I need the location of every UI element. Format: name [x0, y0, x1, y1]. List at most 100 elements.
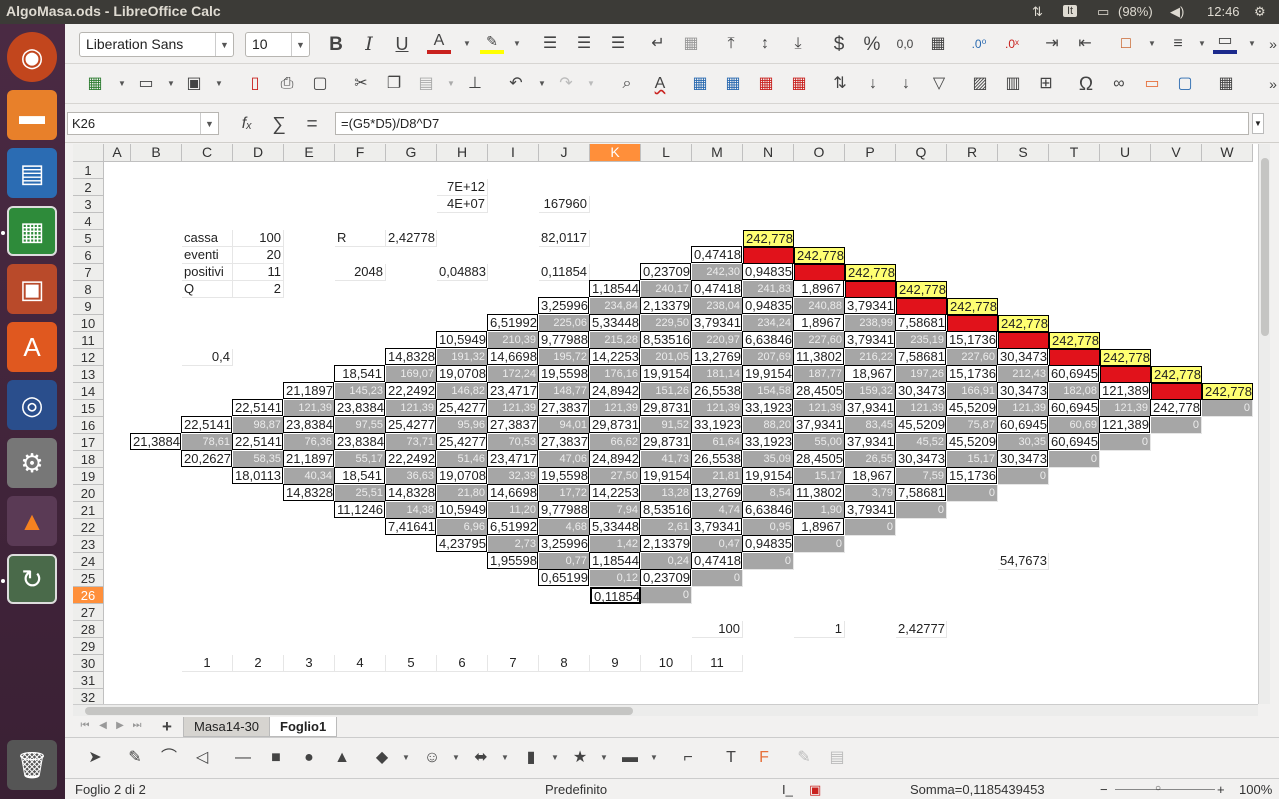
find-icon[interactable]: ⌕	[615, 72, 639, 96]
cell-n15[interactable]: 33,1923	[742, 399, 793, 416]
column-header-f[interactable]: F	[335, 144, 386, 162]
cell-q14[interactable]: 30,3473	[895, 382, 946, 399]
column-header-t[interactable]: T	[1049, 144, 1100, 162]
print-icon[interactable]: ⎙	[275, 72, 299, 96]
cell-t14[interactable]: 182,08	[1049, 383, 1100, 400]
cell-m16[interactable]: 33,1923	[691, 416, 742, 433]
cell-i19[interactable]: 32,39	[488, 468, 539, 485]
cell-l15[interactable]: 29,8731	[640, 399, 691, 416]
cell-f21[interactable]: 11,1246	[334, 501, 385, 518]
cell-m20[interactable]: 13,2769	[691, 484, 742, 501]
chevron-down-icon[interactable]: ▼	[600, 753, 608, 762]
zoom-out-icon[interactable]: −	[1100, 782, 1108, 797]
highlight-icon[interactable]: ✎	[480, 32, 504, 54]
cell-h7[interactable]: 0,04883	[437, 264, 488, 281]
cell-n21[interactable]: 6,63846	[742, 501, 793, 518]
cell-n13[interactable]: 19,9154	[742, 365, 793, 382]
cell-s16[interactable]: 60,6945	[997, 416, 1048, 433]
cell-h14[interactable]: 146,82	[437, 383, 488, 400]
cell-k24[interactable]: 1,18544	[589, 552, 640, 569]
chevron-down-icon[interactable]: ▼	[215, 79, 223, 88]
cell-k17[interactable]: 66,62	[590, 434, 641, 451]
cell-u17[interactable]: 0	[1100, 434, 1151, 451]
writer-icon[interactable]: ▤	[7, 148, 57, 198]
column-header-a[interactable]: A	[104, 144, 131, 162]
cell-e16[interactable]: 23,8384	[283, 416, 334, 433]
cell-o10[interactable]: 1,8967	[793, 314, 844, 331]
row-header-3[interactable]: 3	[73, 196, 104, 213]
export-pdf-icon[interactable]: ▯	[243, 72, 267, 96]
cell-o22[interactable]: 1,8967	[793, 518, 844, 535]
cell-w14[interactable]: 242,778	[1202, 383, 1253, 400]
row-header-30[interactable]: 30	[73, 655, 104, 672]
cell-f30[interactable]: 4	[335, 655, 386, 672]
cell-m19[interactable]: 21,81	[692, 468, 743, 485]
print-preview-icon[interactable]: ▢	[308, 72, 332, 96]
cell-l19[interactable]: 19,9154	[640, 467, 691, 484]
cell-n24[interactable]: 0	[743, 553, 794, 570]
cell-i16[interactable]: 27,3837	[487, 416, 538, 433]
cell-q11[interactable]: 235,19	[896, 332, 947, 349]
cell-f20[interactable]: 25,51	[335, 485, 386, 502]
name-box[interactable]: K26 ▼	[67, 112, 219, 135]
polygon-icon[interactable]: ◁	[190, 746, 214, 770]
cell-v15[interactable]: 242,778	[1150, 399, 1201, 416]
cell-s15[interactable]: 121,39	[998, 400, 1049, 417]
column-header-g[interactable]: G	[386, 144, 437, 162]
chevron-down-icon[interactable]: ▼	[1148, 39, 1156, 48]
cell-d16[interactable]: 98,87	[233, 417, 284, 434]
column-header-i[interactable]: I	[488, 144, 539, 162]
cell-r11[interactable]: 15,1736	[946, 331, 997, 348]
cell-j16[interactable]: 94,01	[539, 417, 590, 434]
cell-c30[interactable]: 1	[182, 655, 233, 672]
cell-l16[interactable]: 91,52	[641, 417, 692, 434]
column-header-o[interactable]: O	[794, 144, 845, 162]
cell-l17[interactable]: 29,8731	[640, 433, 691, 450]
align-center-icon[interactable]: ☰	[572, 32, 596, 56]
cell-o17[interactable]: 55,00	[794, 434, 845, 451]
sheet-tab-foglio1[interactable]: Foglio1	[269, 717, 338, 737]
column-header-k[interactable]: K	[590, 144, 641, 162]
cell-h19[interactable]: 19,0708	[436, 467, 487, 484]
cell-l24[interactable]: 0,24	[641, 553, 692, 570]
font-size-combo[interactable]: 10 ▼	[245, 32, 310, 57]
cell-n12[interactable]: 207,69	[743, 349, 794, 366]
align-left-icon[interactable]: ☰	[538, 32, 562, 56]
cell-f14[interactable]: 145,23	[335, 383, 386, 400]
chevron-down-icon[interactable]: ▼	[200, 113, 218, 134]
row-header-15[interactable]: 15	[73, 400, 104, 417]
cell-t11[interactable]: 242,778	[1049, 332, 1100, 349]
cell-i13[interactable]: 172,24	[488, 366, 539, 383]
files-icon[interactable]: ▬	[7, 90, 57, 140]
chevron-down-icon[interactable]: ▼	[118, 79, 126, 88]
select-arrow-icon[interactable]: ➤	[83, 746, 107, 770]
line-icon[interactable]: —	[231, 746, 255, 770]
cell-q17[interactable]: 45,52	[896, 434, 947, 451]
align-middle-icon[interactable]: ↕	[753, 32, 777, 56]
cell-o19[interactable]: 15,17	[794, 468, 845, 485]
cell-f5[interactable]: R	[335, 230, 386, 247]
cell-h23[interactable]: 4,23795	[436, 535, 487, 552]
cell-l25[interactable]: 0,23709	[640, 569, 691, 586]
cell-o18[interactable]: 28,4505	[793, 450, 844, 467]
cell-j23[interactable]: 3,25996	[538, 535, 589, 552]
cell-t13[interactable]: 60,6945	[1048, 365, 1099, 382]
cell-o14[interactable]: 28,4505	[793, 382, 844, 399]
hyperlink-icon[interactable]: ∞	[1107, 72, 1131, 96]
cell-m6[interactable]: 0,47418	[691, 246, 742, 263]
sort-asc-icon[interactable]: ↓	[861, 72, 885, 96]
cell-d8[interactable]: 2	[233, 281, 284, 298]
cell-l8[interactable]: 240,17	[641, 281, 692, 298]
save-icon[interactable]: ▣	[182, 72, 206, 96]
firefox-icon[interactable]: ◎	[7, 380, 57, 430]
cell-o7[interactable]	[794, 264, 845, 281]
chevron-down-icon[interactable]: ▼	[463, 39, 471, 48]
cell-n19[interactable]: 19,9154	[742, 467, 793, 484]
cell-n16[interactable]: 88,20	[743, 417, 794, 434]
cell-i17[interactable]: 70,53	[488, 434, 539, 451]
scroll-thumb[interactable]	[1261, 158, 1269, 336]
network-icon[interactable]: ⇅	[1032, 4, 1043, 20]
cell-d15[interactable]: 22,5141	[232, 399, 283, 416]
cell-u14[interactable]: 121,389	[1099, 382, 1150, 399]
spreadsheet-grid[interactable]: ABCDEFGHIJKLMNOPQRSTUVW 1 2 3 4 5 6 7 8 9 10 11 12 1…	[73, 144, 1258, 704]
